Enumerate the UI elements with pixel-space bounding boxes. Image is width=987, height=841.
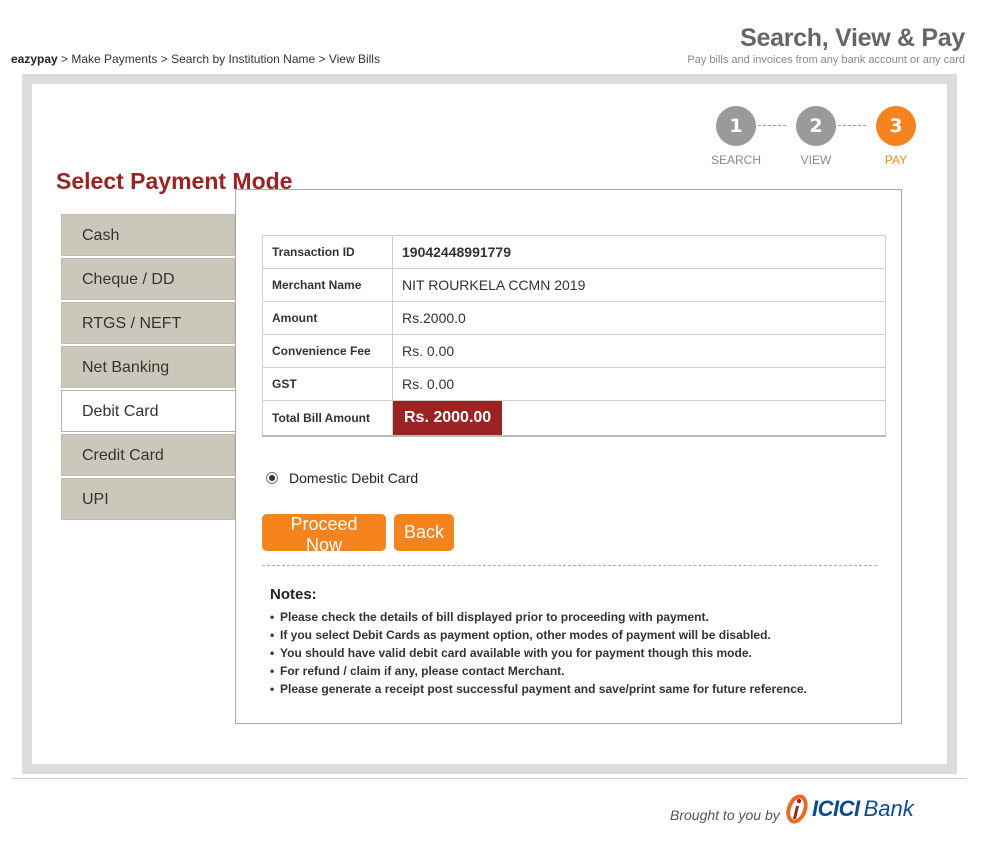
progress-steps: 1 SEARCH 2 VIEW 3 PAY — [706, 106, 936, 167]
step-number: 2 — [796, 106, 836, 146]
table-row: Convenience Fee Rs. 0.00 — [262, 334, 886, 368]
list-item: If you select Debit Cards as payment opt… — [270, 626, 870, 644]
table-row: Merchant Name NIT ROURKELA CCMN 2019 — [262, 268, 886, 302]
total-bill-value: Rs. 2000.00 — [393, 401, 503, 435]
gst-value: Rs. 0.00 — [392, 367, 886, 401]
brought-by-text: Brought to you by — [670, 807, 780, 823]
breadcrumb-home-link[interactable]: eazypay — [11, 52, 58, 66]
step-number: 3 — [876, 106, 916, 146]
list-item: You should have valid debit card availab… — [270, 644, 870, 662]
icici-bank-logo: ICICI Bank — [784, 792, 914, 826]
breadcrumb-trail[interactable]: > Make Payments > Search by Institution … — [58, 52, 380, 66]
step-label: SEARCH — [710, 153, 761, 167]
tab-rtgs-neft[interactable]: RTGS / NEFT — [61, 302, 235, 344]
breadcrumb: eazypay > Make Payments > Search by Inst… — [11, 52, 380, 66]
payment-panel: Transaction ID 19042448991779 Merchant N… — [235, 189, 902, 724]
footer-divider — [12, 778, 967, 779]
divider — [262, 565, 877, 566]
tab-cheque-dd[interactable]: Cheque / DD — [61, 258, 235, 300]
domestic-debit-card-label: Domestic Debit Card — [289, 470, 419, 486]
notes-section: Notes: Please check the details of bill … — [270, 586, 870, 698]
transaction-id-label: Transaction ID — [262, 235, 393, 269]
list-item: Please generate a receipt post successfu… — [270, 680, 870, 698]
table-row: Amount Rs.2000.0 — [262, 301, 886, 335]
step-label: VIEW — [800, 153, 832, 167]
main-frame: 1 SEARCH 2 VIEW 3 PAY Select Payment Mod… — [22, 74, 957, 774]
list-item: For refund / claim if any, please contac… — [270, 662, 870, 680]
domestic-debit-card-option[interactable]: Domestic Debit Card — [266, 470, 418, 486]
step-search: 1 SEARCH — [706, 106, 766, 167]
proceed-now-button[interactable]: Proceed Now — [262, 514, 386, 555]
brand-subtitle: Pay bills and invoices from any bank acc… — [687, 54, 965, 66]
table-row: Transaction ID 19042448991779 — [262, 235, 886, 269]
table-row: GST Rs. 0.00 — [262, 367, 886, 401]
bill-details-table: Transaction ID 19042448991779 Merchant N… — [262, 235, 886, 437]
brand-title: Search, View & Pay — [740, 24, 965, 52]
list-item: Please check the details of bill display… — [270, 608, 870, 626]
merchant-name-label: Merchant Name — [262, 268, 393, 302]
convenience-fee-value: Rs. 0.00 — [392, 334, 886, 368]
total-bill-label: Total Bill Amount — [262, 400, 393, 437]
gst-label: GST — [262, 367, 393, 401]
tab-net-banking[interactable]: Net Banking — [61, 346, 235, 388]
bank-name-icici: ICICI — [812, 796, 860, 821]
back-button[interactable]: Back — [394, 514, 454, 551]
tab-cash[interactable]: Cash — [61, 214, 235, 256]
table-row: Total Bill Amount Rs. 2000.00 — [262, 400, 886, 437]
tab-credit-card[interactable]: Credit Card — [61, 434, 235, 476]
tab-upi[interactable]: UPI — [61, 478, 235, 520]
radio-selected-icon[interactable] — [266, 472, 278, 484]
step-view: 2 VIEW — [786, 106, 846, 167]
notes-list: Please check the details of bill display… — [270, 608, 870, 698]
tab-debit-card[interactable]: Debit Card — [61, 390, 235, 432]
step-label: PAY — [884, 153, 908, 167]
icici-logo-icon — [786, 794, 808, 824]
amount-value: Rs.2000.0 — [392, 301, 886, 335]
main-content: 1 SEARCH 2 VIEW 3 PAY Select Payment Mod… — [32, 84, 947, 764]
step-pay: 3 PAY — [866, 106, 926, 167]
step-number: 1 — [716, 106, 756, 146]
notes-title: Notes: — [270, 586, 317, 603]
bank-name-bank: Bank — [863, 796, 914, 821]
payment-mode-tabs: Cash Cheque / DD RTGS / NEFT Net Banking… — [61, 214, 235, 522]
amount-label: Amount — [262, 301, 393, 335]
transaction-id-value: 19042448991779 — [392, 235, 886, 269]
total-bill-cell: Rs. 2000.00 — [392, 400, 886, 437]
merchant-name-value: NIT ROURKELA CCMN 2019 — [392, 268, 886, 302]
convenience-fee-label: Convenience Fee — [262, 334, 393, 368]
